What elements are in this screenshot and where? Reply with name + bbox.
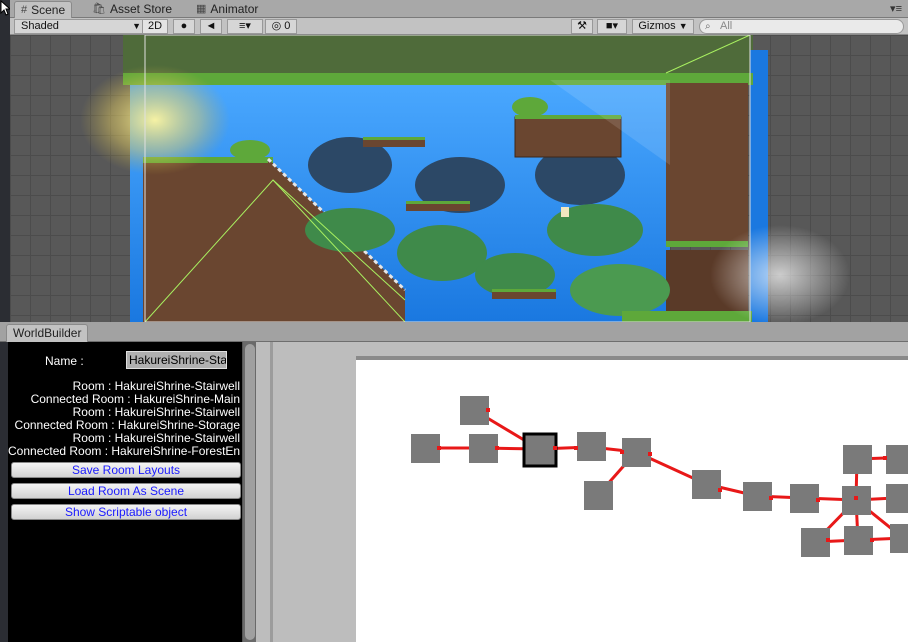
chevron-down-icon: ▼ <box>678 21 688 31</box>
2d-toggle-label: 2D <box>147 20 163 32</box>
room-name-field[interactable]: HakureiShrine-Stairwell <box>126 351 227 369</box>
eye-slash-icon: ◎ <box>271 20 282 32</box>
room-node[interactable] <box>622 438 651 467</box>
store-icon: 🛍 <box>92 3 106 15</box>
room-node[interactable] <box>577 432 606 461</box>
selected-room-node[interactable] <box>522 432 558 468</box>
graph-divider <box>270 342 273 642</box>
room-node[interactable] <box>692 470 721 499</box>
connection-port <box>648 452 652 456</box>
connection-port <box>437 446 441 450</box>
room-graph <box>411 396 908 557</box>
room-node[interactable] <box>890 524 908 553</box>
connection-port <box>486 408 490 412</box>
connection-port <box>718 488 722 492</box>
room-node[interactable] <box>886 484 908 513</box>
scrollbar-thumb[interactable] <box>245 344 255 640</box>
connection-port <box>854 496 858 500</box>
room-node[interactable] <box>584 481 613 510</box>
tab-worldbuilder-label: WorldBuilder <box>13 326 82 340</box>
connection-port <box>574 446 578 450</box>
gizmos-dropdown[interactable]: Gizmos ▼ <box>632 19 694 34</box>
room-node[interactable] <box>460 396 489 425</box>
camera-icon: ■▾ <box>605 20 619 32</box>
connection-port <box>553 446 557 450</box>
save-room-layouts-button[interactable]: Save Room Layouts <box>11 462 241 478</box>
grid-icon: # <box>21 3 28 16</box>
tab-asset-store-label: Asset Store <box>109 2 172 16</box>
tab-scene-label: Scene <box>31 2 66 17</box>
chevron-down-icon: ▼ <box>132 21 141 31</box>
tab-asset-store[interactable]: 🛍 Asset Store <box>86 1 178 18</box>
effects-dropdown[interactable]: ≡▾ <box>227 19 263 34</box>
connected-room-line: Connected Room : HakureiShrine-Storage <box>14 419 240 432</box>
room-nodes <box>411 396 908 557</box>
room-line: Room : HakureiShrine-Stairwell <box>72 406 240 419</box>
search-placeholder: All <box>720 20 733 32</box>
tools-button[interactable]: ⚒ <box>571 19 593 34</box>
room-node[interactable] <box>844 526 873 555</box>
search-icon: ⌕ <box>705 21 711 32</box>
room-connections <box>425 408 904 544</box>
room-node[interactable] <box>790 484 819 513</box>
worldbuilder-tab-bar: WorldBuilder <box>0 322 908 342</box>
scene-toolbar: Shaded ▼ 2D ● ◄ ≡▾ ◎ 0 ⚒ ■▾ Gizmos ▼ ⌕ A… <box>10 18 908 35</box>
tab-worldbuilder[interactable]: WorldBuilder <box>6 324 89 342</box>
room-name-label: Name : <box>45 354 84 368</box>
tab-animator[interactable]: ▦ Animator <box>190 1 264 18</box>
room-name-row: Name : HakureiShrine-Stairwell <box>8 350 242 370</box>
hidden-count: 0 <box>284 20 291 32</box>
room-graph-canvas[interactable] <box>356 356 908 642</box>
load-room-as-scene-button[interactable]: Load Room As Scene <box>11 483 241 499</box>
scene-level-render <box>80 35 850 322</box>
room-graph-area[interactable] <box>256 342 908 642</box>
tab-menu-icon[interactable]: ▾≡ <box>890 2 902 15</box>
connection-port <box>620 450 624 454</box>
connected-room-line: Connected Room : HakureiShrine-Main <box>30 393 240 406</box>
connected-room-line: Connected Room : HakureiShrine-ForestEnt… <box>8 445 240 458</box>
hierarchy-search-input[interactable]: ⌕ All <box>699 19 904 34</box>
animator-icon: ▦ <box>196 3 207 15</box>
effects-icon: ≡▾ <box>239 20 251 32</box>
panel-scrollbar[interactable] <box>242 342 256 642</box>
room-inspector-panel: Name : HakureiShrine-Stairwell Room : Ha… <box>8 342 242 642</box>
2d-toggle-button[interactable]: 2D <box>142 19 168 34</box>
room-node[interactable] <box>886 445 908 474</box>
room-connection-list: Room : HakureiShrine-Stairwell Connected… <box>8 380 240 458</box>
connection-port <box>826 538 830 542</box>
audio-toggle-button[interactable]: ◄ <box>200 19 222 34</box>
room-node[interactable] <box>743 482 772 511</box>
room-line: Room : HakureiShrine-Stairwell <box>72 432 240 445</box>
camera-dropdown[interactable]: ■▾ <box>597 19 627 34</box>
tools-icon: ⚒ <box>577 20 587 32</box>
connection-port <box>816 498 820 502</box>
gizmos-label: Gizmos <box>638 20 676 32</box>
room-node[interactable] <box>411 434 440 463</box>
hidden-objects-toggle[interactable]: ◎ 0 <box>265 19 297 34</box>
connection-port <box>495 446 499 450</box>
room-node[interactable] <box>801 528 830 557</box>
room-line: Room : HakureiShrine-Stairwell <box>72 380 240 393</box>
lighting-toggle-button[interactable]: ● <box>173 19 195 34</box>
tab-animator-label: Animator <box>210 2 259 16</box>
unity-editor-window: # Scene 🛍 Asset Store ▦ Animator ▾≡ Shad… <box>0 0 908 642</box>
lightbulb-icon: ● <box>180 20 188 32</box>
room-node[interactable] <box>842 486 871 515</box>
room-node[interactable] <box>843 445 872 474</box>
connection-port <box>769 496 773 500</box>
shading-mode-label: Shaded <box>21 20 59 32</box>
scene-viewport[interactable] <box>10 35 908 322</box>
room-node[interactable] <box>469 434 498 463</box>
speaker-icon: ◄ <box>205 20 217 32</box>
editor-tab-bar: # Scene 🛍 Asset Store ▦ Animator ▾≡ <box>10 0 908 18</box>
shading-mode-dropdown[interactable]: Shaded ▼ <box>14 19 146 34</box>
connection-port <box>883 456 887 460</box>
show-scriptable-object-button[interactable]: Show Scriptable object <box>11 504 241 520</box>
connection-port <box>870 538 874 542</box>
tab-scene[interactable]: # Scene <box>14 1 73 18</box>
